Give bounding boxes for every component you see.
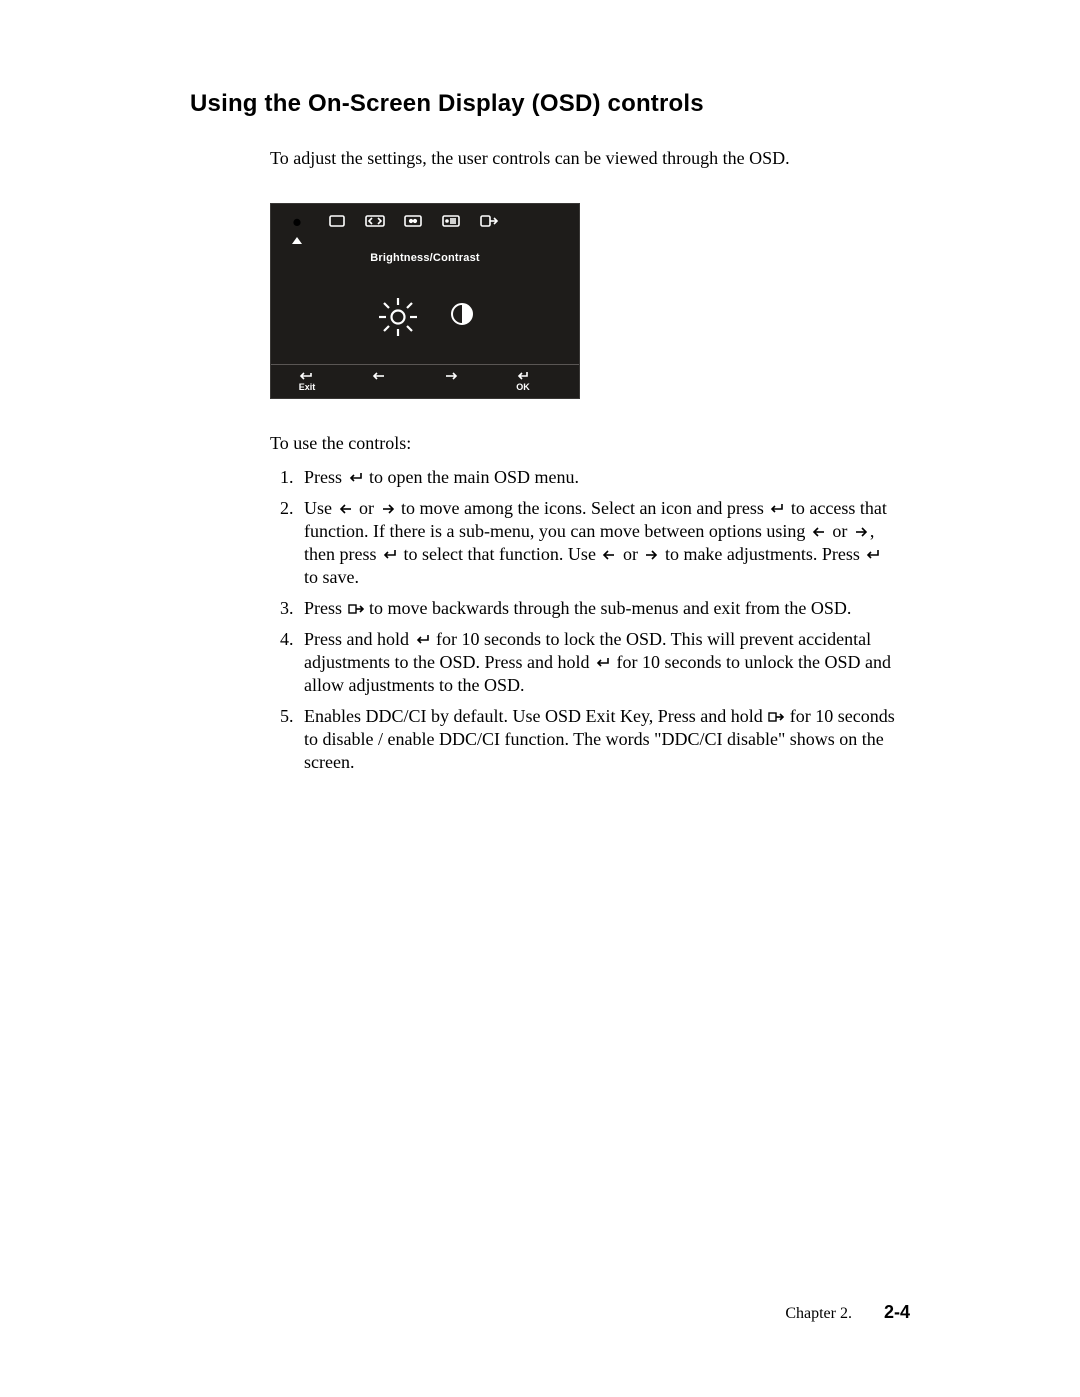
text-run: Press and hold	[304, 629, 414, 649]
menu-icon	[441, 214, 461, 228]
list-item: Press to open the main OSD menu.	[298, 466, 900, 489]
osd-figure: Brightness/Contrast Exit	[270, 203, 580, 399]
enter-icon	[515, 371, 531, 381]
arrow-left-icon	[337, 503, 355, 515]
contrast-large-icon	[450, 302, 474, 331]
enter-icon	[768, 503, 786, 515]
page-number: 2-4	[884, 1302, 910, 1322]
list-item: Enables DDC/CI by default. Use OSD Exit …	[298, 705, 900, 774]
exit-icon	[347, 603, 365, 615]
page-footer: Chapter 2. 2-4	[785, 1302, 910, 1323]
arrow-right-icon	[443, 371, 459, 381]
chapter-label: Chapter 2.	[785, 1305, 852, 1322]
position-icon	[327, 214, 347, 228]
enter-icon	[414, 634, 432, 646]
text-run: to move among the icons. Select an icon …	[397, 498, 769, 518]
scaling-icon	[365, 214, 385, 228]
list-item: Press to move backwards through the sub-…	[298, 597, 900, 620]
enter-icon	[864, 549, 882, 561]
lead-in-text: To use the controls:	[270, 433, 910, 454]
osd-exit-label: Exit	[299, 382, 316, 392]
text-run: to move backwards through the sub-menus …	[365, 598, 852, 618]
text-run: to save.	[304, 567, 359, 587]
osd-tab-row	[271, 204, 579, 248]
arrow-left-icon	[600, 549, 618, 561]
brightness-large-icon	[376, 295, 420, 339]
osd-tab-brightness	[285, 214, 309, 244]
arrow-left-icon	[371, 371, 387, 381]
osd-tab-input	[403, 214, 423, 228]
page-title: Using the On-Screen Display (OSD) contro…	[190, 90, 910, 118]
input-icon	[403, 214, 423, 228]
osd-tab-position	[327, 214, 347, 228]
osd-right-control	[415, 371, 487, 392]
osd-body	[271, 270, 579, 364]
list-item: Press and hold for 10 seconds to lock th…	[298, 628, 900, 697]
osd-bottom-row: Exit OK	[271, 365, 579, 398]
text-run: or	[828, 521, 852, 541]
enter-icon	[381, 549, 399, 561]
osd-left-control	[343, 371, 415, 392]
arrow-left-icon	[810, 526, 828, 538]
enter-icon	[594, 657, 612, 669]
arrow-right-icon	[852, 526, 870, 538]
text-run: or	[618, 544, 642, 564]
exit-icon	[479, 214, 499, 228]
brightness-icon	[285, 214, 309, 231]
arrow-right-icon	[642, 549, 660, 561]
osd-tab-scaling	[365, 214, 385, 228]
exit-icon	[767, 711, 785, 723]
document-page: Using the On-Screen Display (OSD) contro…	[0, 0, 1080, 1397]
arrow-right-icon	[379, 503, 397, 515]
osd-tab-menu	[441, 214, 461, 228]
osd-exit-control: Exit	[271, 371, 343, 392]
text-run: to make adjustments. Press	[660, 544, 864, 564]
osd-ok-control: OK	[487, 371, 559, 392]
osd-ok-label: OK	[516, 382, 530, 392]
back-icon	[299, 371, 315, 381]
selected-tab-indicator-icon	[292, 237, 302, 244]
text-run: Use	[304, 498, 337, 518]
list-item: Use or to move among the icons. Select a…	[298, 497, 900, 589]
osd-panel-title: Brightness/Contrast	[271, 248, 579, 270]
text-run: or	[355, 498, 379, 518]
intro-text: To adjust the settings, the user control…	[270, 148, 910, 169]
text-run: to open the main OSD menu.	[365, 467, 579, 487]
osd-tab-exit	[479, 214, 499, 228]
text-run: Enables DDC/CI by default. Use OSD Exit …	[304, 706, 767, 726]
instruction-list: Press to open the main OSD menu. Use or …	[270, 466, 900, 774]
enter-icon	[347, 472, 365, 484]
text-run: Press	[304, 598, 347, 618]
text-run: Press	[304, 467, 347, 487]
text-run: to select that function. Use	[399, 544, 600, 564]
